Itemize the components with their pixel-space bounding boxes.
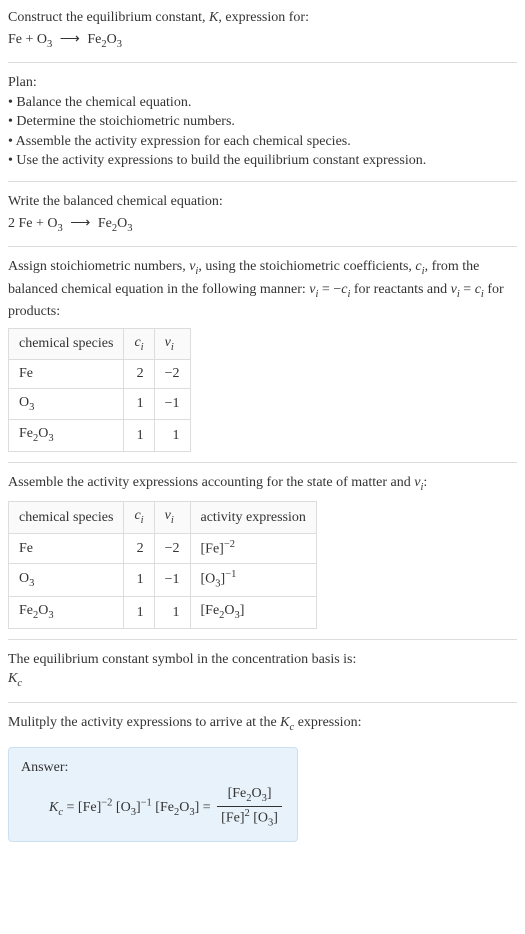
plan-item: • Assemble the activity expression for e…: [8, 132, 517, 152]
cell-activity: [Fe2O3]: [190, 597, 316, 628]
answer-label: Answer:: [21, 758, 285, 778]
cell-nu: −1: [154, 388, 190, 419]
multiply-text: Mulitply the activity expressions to arr…: [8, 713, 517, 735]
balanced-equation: 2 Fe + O3 ⟶ Fe2O3: [8, 214, 517, 236]
cell-activity: [Fe]−2: [190, 533, 316, 563]
cell-nu: −2: [154, 360, 190, 389]
table-row: O3 1 −1: [9, 388, 191, 419]
bal-sub3: 3: [127, 222, 132, 233]
col-c: ci: [124, 502, 154, 533]
unbalanced-equation: Fe + O3 ⟶ Fe2O3: [8, 30, 517, 52]
plan-item: • Determine the stoichiometric numbers.: [8, 112, 517, 132]
arrow-icon: ⟶: [70, 214, 90, 234]
cell-c: 1: [124, 388, 154, 419]
col-species: chemical species: [9, 328, 124, 359]
divider: [8, 639, 517, 640]
plan-title: Plan:: [8, 73, 517, 93]
cell-species: Fe: [9, 533, 124, 563]
cell-c: 1: [124, 597, 154, 628]
eq-reactants: Fe + O: [8, 32, 47, 47]
divider: [8, 246, 517, 247]
col-nu: νi: [154, 502, 190, 533]
balanced-title: Write the balanced chemical equation:: [8, 192, 517, 212]
activity-table: chemical species ci νi activity expressi…: [8, 501, 317, 628]
prompt-text: Construct the equilibrium constant, K, e…: [8, 8, 517, 28]
fraction: [Fe2O3][Fe]2 [O3]: [217, 784, 282, 832]
multiply-section: Mulitply the activity expressions to arr…: [8, 713, 517, 735]
prompt-k: K: [209, 10, 218, 25]
table-row: Fe2O3 1 1 [Fe2O3]: [9, 597, 317, 628]
prompt-part1: Construct the equilibrium constant,: [8, 10, 209, 25]
cell-nu: −1: [154, 563, 190, 596]
bal-product: Fe: [98, 216, 112, 231]
assemble-title: Assemble the activity expressions accoun…: [8, 473, 517, 495]
col-c: ci: [124, 328, 154, 359]
col-species: chemical species: [9, 502, 124, 533]
divider: [8, 181, 517, 182]
answer-expression: Kc = [Fe]−2 [O3]−1 [Fe2O3] = [Fe2O3][Fe]…: [49, 784, 285, 832]
eq-sub1: 3: [47, 38, 52, 49]
assemble-section: Assemble the activity expressions accoun…: [8, 473, 517, 629]
cell-nu: 1: [154, 420, 190, 451]
eq-sub3: 3: [117, 38, 122, 49]
assign-text: Assign stoichiometric numbers, νi, using…: [8, 257, 517, 322]
table-row: Fe 2 −2: [9, 360, 191, 389]
cell-c: 2: [124, 360, 154, 389]
bal-reactants: 2 Fe + O: [8, 216, 58, 231]
col-activity: activity expression: [190, 502, 316, 533]
cell-species: Fe2O3: [9, 420, 124, 451]
assign-section: Assign stoichiometric numbers, νi, using…: [8, 257, 517, 452]
symbol-kc: Kc: [8, 669, 517, 691]
table-header-row: chemical species ci νi: [9, 328, 191, 359]
cell-c: 1: [124, 420, 154, 451]
prompt-part1b: , expression for:: [218, 10, 309, 25]
plan-item: • Use the activity expressions to build …: [8, 151, 517, 171]
prompt-section: Construct the equilibrium constant, K, e…: [8, 8, 517, 52]
divider: [8, 702, 517, 703]
fraction-denominator: [Fe]2 [O3]: [217, 807, 282, 831]
cell-nu: 1: [154, 597, 190, 628]
divider: [8, 462, 517, 463]
cell-species: O3: [9, 388, 124, 419]
table-row: O3 1 −1 [O3]−1: [9, 563, 317, 596]
symbol-text: The equilibrium constant symbol in the c…: [8, 650, 517, 670]
table-row: Fe 2 −2 [Fe]−2: [9, 533, 317, 563]
cell-nu: −2: [154, 533, 190, 563]
col-nu: νi: [154, 328, 190, 359]
plan-item: • Balance the chemical equation.: [8, 93, 517, 113]
bal-sub1: 3: [58, 222, 63, 233]
symbol-section: The equilibrium constant symbol in the c…: [8, 650, 517, 692]
fraction-numerator: [Fe2O3]: [217, 784, 282, 807]
eq-product: Fe: [87, 32, 101, 47]
bal-o: O: [117, 216, 127, 231]
balanced-section: Write the balanced chemical equation: 2 …: [8, 192, 517, 236]
eq-o: O: [107, 32, 117, 47]
cell-activity: [O3]−1: [190, 563, 316, 596]
answer-box: Answer: Kc = [Fe]−2 [O3]−1 [Fe2O3] = [Fe…: [8, 747, 298, 842]
table-header-row: chemical species ci νi activity expressi…: [9, 502, 317, 533]
cell-species: O3: [9, 563, 124, 596]
cell-c: 2: [124, 533, 154, 563]
cell-species: Fe: [9, 360, 124, 389]
cell-species: Fe2O3: [9, 597, 124, 628]
plan-section: Plan: • Balance the chemical equation. •…: [8, 73, 517, 171]
divider: [8, 62, 517, 63]
table-row: Fe2O3 1 1: [9, 420, 191, 451]
cell-c: 1: [124, 563, 154, 596]
stoichiometric-table: chemical species ci νi Fe 2 −2 O3 1 −1 F…: [8, 328, 191, 452]
arrow-icon: ⟶: [60, 30, 80, 50]
